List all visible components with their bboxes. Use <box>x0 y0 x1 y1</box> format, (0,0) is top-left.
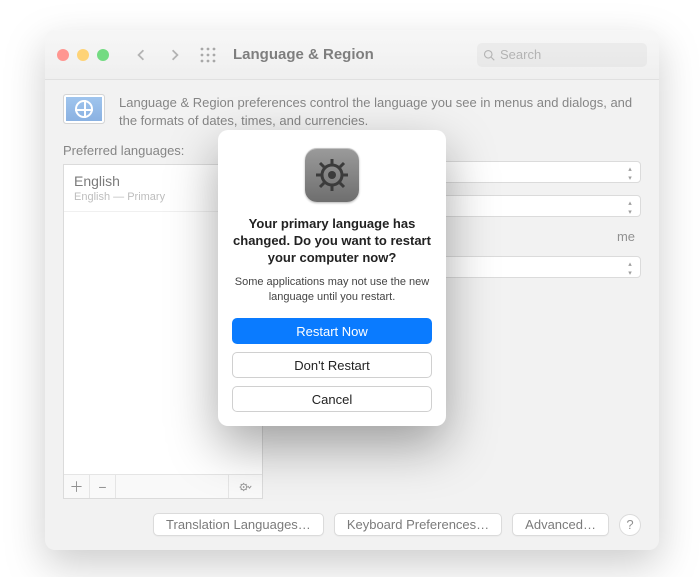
dialog-subtitle: Some applications may not use the new la… <box>232 275 432 305</box>
help-button[interactable]: ? <box>619 514 641 536</box>
forward-button[interactable] <box>163 44 187 66</box>
search-icon <box>483 49 495 61</box>
pane-title: Language & Region <box>233 46 374 63</box>
search-placeholder: Search <box>500 47 541 62</box>
close-window-button[interactable] <box>57 49 69 61</box>
translation-languages-button[interactable]: Translation Languages… <box>153 513 324 536</box>
back-button[interactable] <box>129 44 153 66</box>
dont-restart-button[interactable]: Don't Restart <box>232 352 432 378</box>
advanced-button[interactable]: Advanced… <box>512 513 609 536</box>
language-actions-menu[interactable] <box>228 475 262 498</box>
intro-text: Language & Region preferences control th… <box>119 94 641 129</box>
pane-icon <box>63 94 107 128</box>
restart-now-button[interactable]: Restart Now <box>232 318 432 344</box>
zoom-window-button[interactable] <box>97 49 109 61</box>
dialog-title: Your primary language has changed. Do yo… <box>232 216 432 267</box>
traffic-lights <box>57 49 109 61</box>
restart-dialog: Your primary language has changed. Do yo… <box>218 130 446 426</box>
search-field[interactable]: Search <box>477 43 647 67</box>
system-preferences-icon <box>305 148 359 202</box>
keyboard-preferences-button[interactable]: Keyboard Preferences… <box>334 513 502 536</box>
window-toolbar: Language & Region Search <box>45 30 659 80</box>
add-language-button[interactable]: ＋ <box>64 475 90 498</box>
minimize-window-button[interactable] <box>77 49 89 61</box>
remove-language-button[interactable]: − <box>90 475 116 498</box>
cancel-button[interactable]: Cancel <box>232 386 432 412</box>
show-all-button[interactable] <box>197 44 219 66</box>
globe-icon <box>75 100 93 118</box>
